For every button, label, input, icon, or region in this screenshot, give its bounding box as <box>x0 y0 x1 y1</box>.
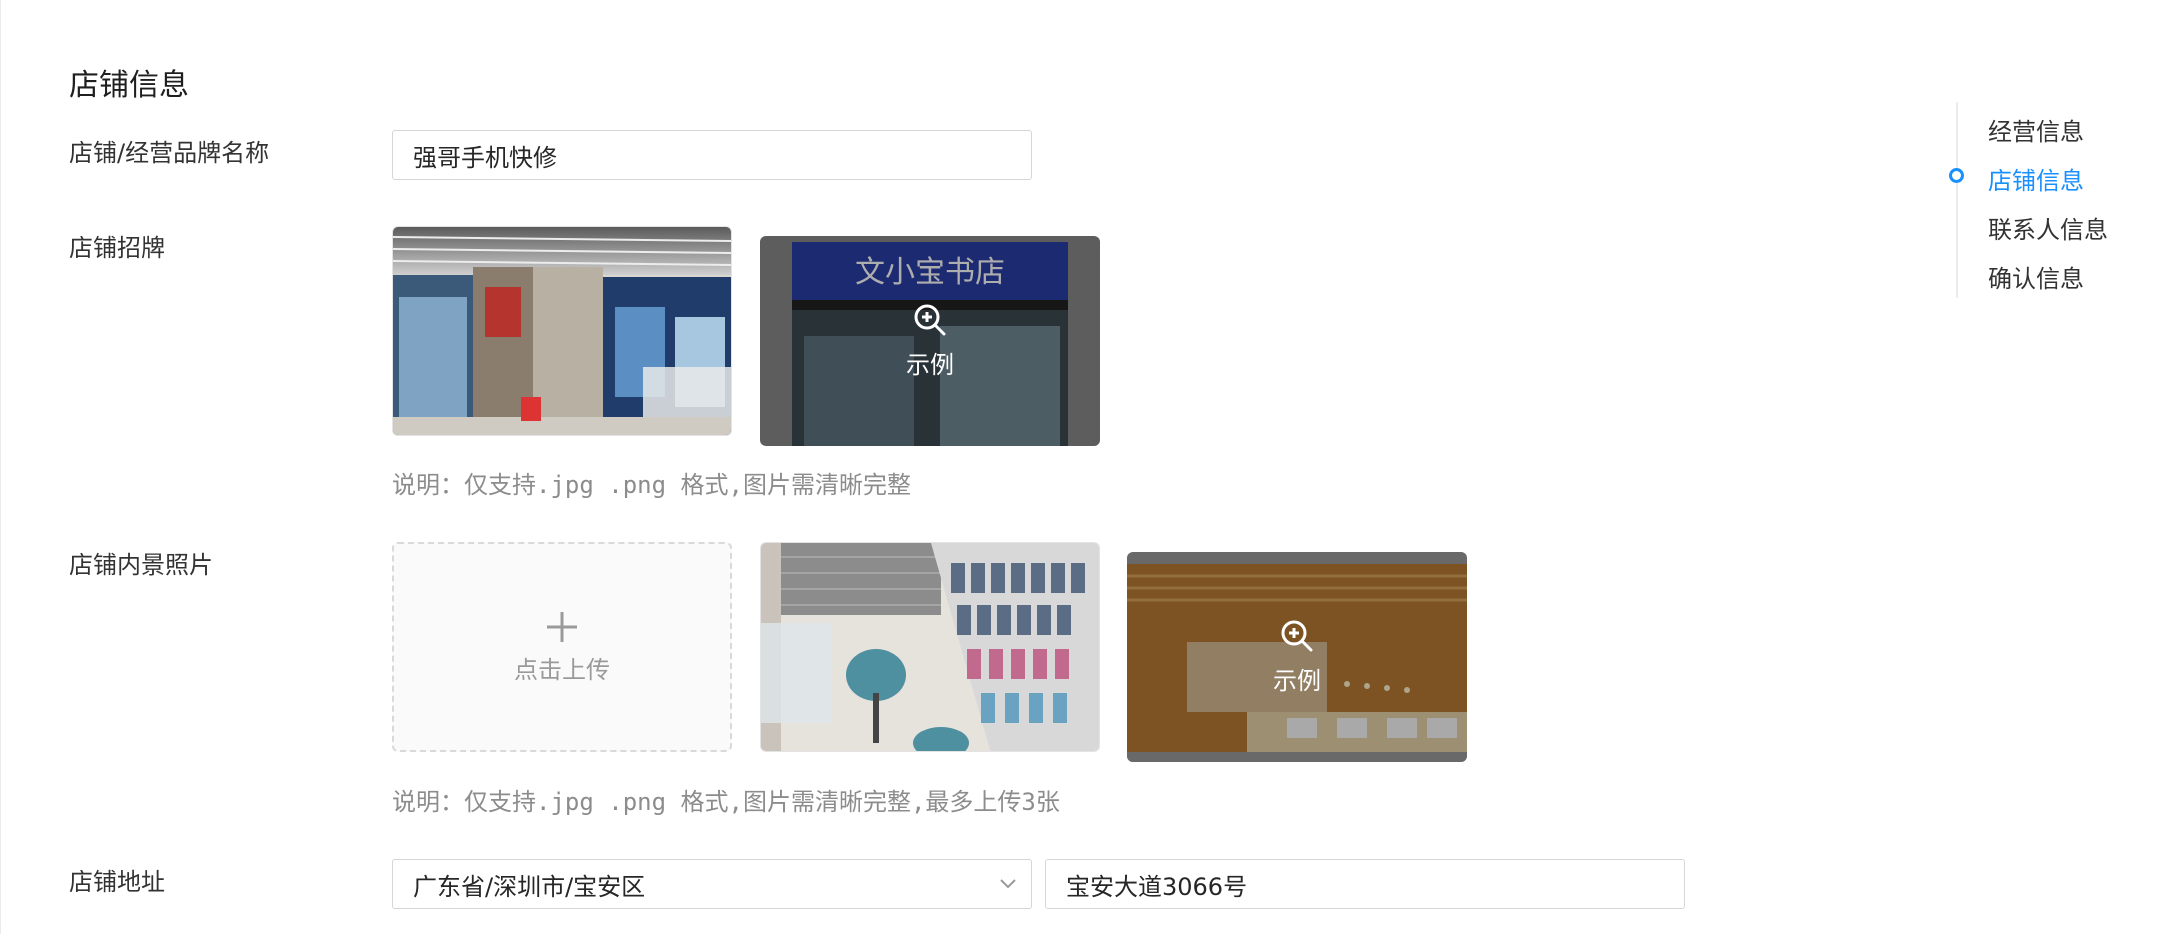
signboard-sample-overlay: 示例 <box>760 236 1100 446</box>
address-street-value: 宝安大道3066号 <box>1066 872 1248 901</box>
anchor-item-confirm-info[interactable]: 确认信息 <box>1988 259 2084 294</box>
page-frame <box>0 0 2173 934</box>
interior-upload-label: 点击上传 <box>514 655 610 684</box>
interior-sample-overlay: 示例 <box>1127 552 1467 762</box>
anchor-item-contact-info[interactable]: 联系人信息 <box>1988 210 2108 245</box>
anchor-item-business-info[interactable]: 经营信息 <box>1988 112 2084 147</box>
anchor-line <box>1956 102 1958 298</box>
interior-sample-photo[interactable]: 示例 <box>1127 552 1467 762</box>
interior-photo[interactable] <box>760 542 1100 752</box>
zoom-in-icon <box>1281 620 1313 651</box>
address-region-select[interactable]: 广东省/深圳市/宝安区 <box>392 859 1032 909</box>
brand-name-label: 店铺/经营品牌名称 <box>69 139 270 167</box>
interior-note: 说明：仅支持.jpg .png 格式,图片需清晰完整,最多上传3张 <box>392 788 1060 816</box>
anchor-nav: 经营信息 店铺信息 联系人信息 确认信息 <box>1949 102 2156 298</box>
brand-name-value: 强哥手机快修 <box>413 143 557 172</box>
signboard-photo-image <box>393 227 731 435</box>
address-region-value: 广东省/深圳市/宝安区 <box>413 872 646 901</box>
address-label: 店铺地址 <box>69 868 165 896</box>
signboard-sample-label: 示例 <box>906 350 954 379</box>
signboard-note: 说明：仅支持.jpg .png 格式,图片需清晰完整 <box>392 471 911 499</box>
zoom-in-icon <box>914 304 946 335</box>
anchor-item-store-info[interactable]: 店铺信息 <box>1988 161 2084 196</box>
chevron-down-icon <box>1000 879 1016 889</box>
brand-name-input[interactable]: 强哥手机快修 <box>392 130 1032 180</box>
anchor-active-dot <box>1949 168 1964 183</box>
section-title: 店铺信息 <box>69 68 189 103</box>
interior-upload-button[interactable]: 点击上传 <box>392 542 732 752</box>
plus-icon <box>547 611 577 642</box>
address-street-input[interactable]: 宝安大道3066号 <box>1045 859 1685 909</box>
signboard-sample-photo[interactable]: 文小宝书店 示例 <box>760 236 1100 446</box>
interior-sample-label: 示例 <box>1273 666 1321 695</box>
signboard-photo[interactable] <box>392 226 732 436</box>
interior-photo-image <box>761 543 1099 751</box>
interior-label: 店铺内景照片 <box>69 551 213 579</box>
signboard-label: 店铺招牌 <box>69 234 165 262</box>
